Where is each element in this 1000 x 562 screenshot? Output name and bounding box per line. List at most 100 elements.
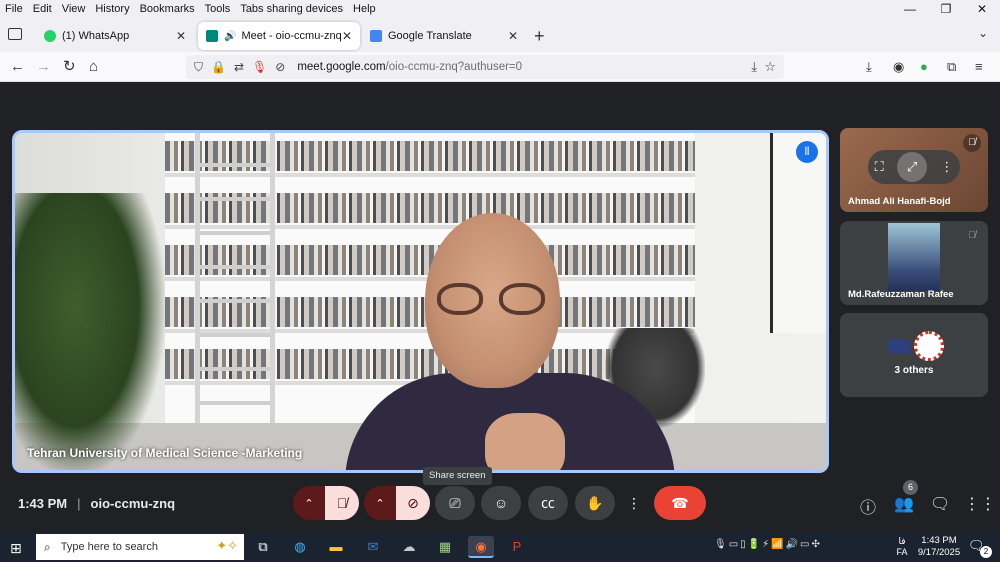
task-view-icon[interactable]: ⧉: [250, 536, 276, 558]
audio-settings-chevron-icon[interactable]: ⌃: [293, 486, 325, 520]
menu-tools[interactable]: Tools: [200, 3, 236, 15]
chat-icon[interactable]: 🗨: [930, 494, 950, 514]
language-code: FA: [896, 547, 908, 557]
chevron-down-icon[interactable]: ⌄: [978, 26, 988, 40]
file-explorer-icon[interactable]: ▬: [323, 536, 349, 558]
meet-stage: ⦀ Tehran University of Medical Science -…: [0, 82, 1000, 532]
forward-arrow-icon[interactable]: →: [36, 58, 51, 76]
url-domain: meet.google.com: [297, 61, 386, 73]
language-script: فا: [898, 536, 906, 546]
clock-date: 9/17/2025: [917, 547, 961, 558]
others-tile[interactable]: 3 others: [840, 313, 988, 397]
taskbar-search-box[interactable]: ⌕ Type here to search ✦✧: [36, 534, 244, 560]
menu-history[interactable]: History: [90, 3, 134, 15]
wall-art: [770, 133, 826, 333]
calculator-icon[interactable]: ▦: [432, 536, 458, 558]
reload-icon[interactable]: ↻: [63, 58, 76, 76]
extensions-icon[interactable]: ⧉: [947, 58, 956, 76]
menu-bookmarks[interactable]: Bookmarks: [135, 3, 200, 15]
downloads-icon[interactable]: ⤓: [866, 58, 872, 76]
edge-icon[interactable]: ◍: [287, 536, 313, 558]
tab-whatsapp[interactable]: (1) WhatsApp ✕: [36, 22, 194, 50]
close-tab-icon[interactable]: ✕: [176, 29, 186, 43]
pin-icon[interactable]: ⤢: [897, 152, 928, 182]
mic-muted-icon: 🎙̸: [968, 230, 976, 241]
menu-edit[interactable]: Edit: [28, 3, 57, 15]
address-bar[interactable]: ⛉ 🔒 ⇄ 🎙 ⊘ meet.google.com/oio-ccmu-znq?a…: [186, 55, 784, 79]
microphone-toggle-button[interactable]: 🎙̸: [325, 486, 359, 520]
more-options-button[interactable]: ⋮: [624, 486, 644, 520]
speaker-hand: [485, 413, 565, 470]
powerpoint-icon[interactable]: P: [504, 536, 530, 558]
main-speaker-video[interactable]: ⦀ Tehran University of Medical Science -…: [12, 130, 829, 473]
close-tab-icon[interactable]: ✕: [342, 29, 352, 43]
system-tray[interactable]: 🎙▭▯🔋⚡📶🔊▭✣: [714, 539, 822, 550]
new-tab-icon[interactable]: +: [534, 26, 545, 47]
meeting-code: oio-ccmu-znq: [90, 496, 176, 511]
bookmark-star-icon[interactable]: ☆: [764, 59, 776, 74]
menu-view[interactable]: View: [57, 3, 91, 15]
captions-button[interactable]: ㏄: [528, 486, 568, 520]
app-icon[interactable]: ☁: [396, 536, 422, 558]
emoji-icon: ☺: [493, 495, 509, 511]
people-icon[interactable]: 👥: [894, 494, 914, 514]
meeting-time: 1:43 PM: [18, 496, 68, 511]
restore-button[interactable]: ❐: [928, 0, 964, 18]
more-options-icon[interactable]: ⋮: [940, 159, 953, 175]
notifications-count-badge: 2: [980, 546, 992, 558]
participant-tile[interactable]: 🎙̸ Md.Rafeuzzaman Rafee: [840, 221, 988, 305]
hand-icon: ✋: [586, 494, 604, 511]
activities-grid-icon[interactable]: ⋮⋮: [964, 494, 996, 514]
close-tab-icon[interactable]: ✕: [508, 29, 518, 43]
tab-bar: (1) WhatsApp ✕ 🔊 Meet - oio-ccmu-znq ✕ G…: [0, 18, 1000, 52]
meeting-details-info-icon[interactable]: ⓘ: [860, 494, 876, 518]
speaker-audio-icon[interactable]: 🔊: [224, 31, 236, 42]
home-icon[interactable]: ⌂: [89, 58, 98, 76]
menu-tabs-sharing-devices[interactable]: Tabs sharing devices: [235, 3, 348, 15]
url-path: /oio-ccmu-znq?authuser=0: [385, 61, 523, 73]
present-screen-icon: ⎚: [449, 494, 461, 511]
firefox-icon[interactable]: ◉: [468, 536, 494, 558]
save-page-icon[interactable]: ⤓: [751, 59, 757, 74]
menu-help[interactable]: Help: [348, 3, 381, 15]
language-indicator[interactable]: فا FA: [894, 536, 910, 558]
outlook-icon[interactable]: ✉: [360, 536, 386, 558]
account-icon[interactable]: ◉: [893, 58, 904, 76]
camera-blocked-icon[interactable]: ⊘: [275, 60, 285, 74]
microphone-icon[interactable]: 🎙: [252, 60, 267, 74]
share-screen-button[interactable]: ⎚: [435, 486, 475, 520]
windows-start-icon[interactable]: ⊞: [10, 540, 22, 557]
raise-hand-button[interactable]: ✋: [575, 486, 615, 520]
tab-title: Google Translate: [388, 30, 472, 42]
video-settings-chevron-icon[interactable]: ⌃: [364, 486, 396, 520]
translate-favicon-icon: [370, 30, 382, 42]
taskbar-clock[interactable]: 1:43 PM 9/17/2025: [916, 535, 962, 559]
frame-icon[interactable]: ⛶: [875, 159, 884, 175]
windows-taskbar: ⊞ ⌕ Type here to search ✦✧ ⧉ ◍ ▬ ✉ ☁ ▦ ◉…: [0, 532, 1000, 562]
whatsapp-favicon-icon: [44, 30, 56, 42]
minimize-button[interactable]: —: [892, 0, 928, 18]
back-arrow-icon[interactable]: ←: [10, 58, 25, 76]
tab-list-icon[interactable]: [8, 28, 22, 40]
participant-tile[interactable]: 🎙̸ ⛶ ⤢ ⋮ Ahmad Ali Hanafi-Bojd: [840, 128, 988, 212]
permissions-icon[interactable]: ⇄: [234, 60, 244, 74]
close-window-button[interactable]: ✕: [964, 0, 1000, 18]
tab-title: (1) WhatsApp: [62, 30, 130, 42]
url-text: meet.google.com/oio-ccmu-znq?authuser=0: [297, 61, 522, 73]
captions-icon: ㏄: [541, 495, 555, 511]
avatar: [888, 339, 910, 353]
participant-video-thumbnail: [888, 223, 940, 291]
tab-meet[interactable]: 🔊 Meet - oio-ccmu-znq ✕: [198, 22, 360, 50]
hamburger-menu-icon[interactable]: ≡: [975, 58, 983, 76]
reactions-button[interactable]: ☺: [481, 486, 521, 520]
shield-icon[interactable]: ⛉: [194, 60, 203, 75]
camera-toggle-button[interactable]: ⊘: [396, 486, 430, 520]
camera-off-icon: ⊘: [407, 494, 419, 511]
tab-google-translate[interactable]: Google Translate ✕: [362, 22, 526, 50]
menu-bar: File Edit View History Bookmarks Tools T…: [0, 0, 1000, 18]
others-avatars: [888, 331, 948, 361]
lock-icon[interactable]: 🔒: [211, 60, 226, 74]
extension-grammarly-icon[interactable]: ●: [920, 58, 928, 76]
menu-file[interactable]: File: [0, 3, 28, 15]
leave-call-button[interactable]: ☎: [654, 486, 706, 520]
